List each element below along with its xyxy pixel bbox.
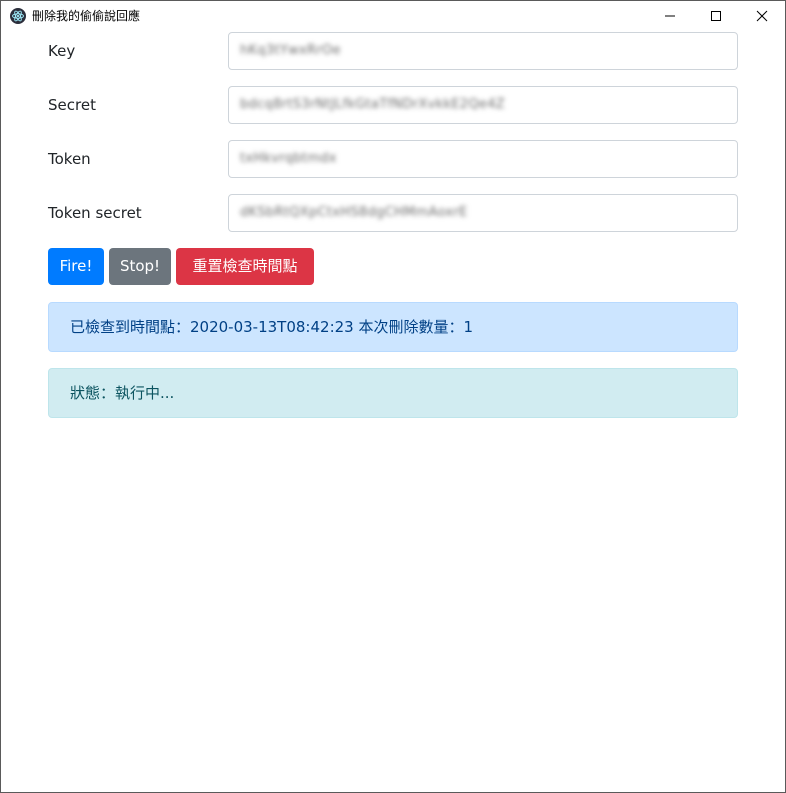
key-value: hKq3tYwxRrOe: [240, 43, 341, 58]
token-secret-value: dKSbRtQXpCtxHS8dgCHMmAoxrE: [240, 205, 468, 220]
token-label: Token: [48, 150, 91, 168]
minimize-button[interactable]: [647, 1, 693, 31]
secret-value: bdcq8rtS3rNtJLfkGtaTfNDrXvkkE2Qe4Z: [240, 97, 505, 112]
fire-button[interactable]: Fire!: [48, 248, 104, 285]
key-input[interactable]: hKq3tYwxRrOe: [228, 32, 738, 70]
token-secret-input[interactable]: dKSbRtQXpCtxHS8dgCHMmAoxrE: [228, 194, 738, 232]
form-row-key: Key hKq3tYwxRrOe: [48, 32, 738, 70]
electron-app-icon: [10, 8, 26, 24]
form-row-token: Token txHkvrqbtmdx: [48, 140, 738, 178]
token-value: txHkvrqbtmdx: [240, 151, 337, 166]
checkpoint-alert-text: 已檢查到時間點：2020-03-13T08:42:23 本次刪除數量：1: [70, 318, 474, 336]
form-row-secret: Secret bdcq8rtS3rNtJLfkGtaTfNDrXvkkE2Qe4…: [48, 86, 738, 124]
window-title: 刪除我的偷偷說回應: [32, 9, 141, 23]
stop-button[interactable]: Stop!: [109, 248, 171, 285]
minimize-icon: [665, 15, 675, 17]
reset-checkpoint-button[interactable]: 重置檢查時間點: [176, 248, 314, 285]
close-icon: [756, 10, 768, 22]
key-label: Key: [48, 42, 76, 60]
secret-label: Secret: [48, 96, 96, 114]
maximize-button[interactable]: [693, 1, 739, 31]
secret-input[interactable]: bdcq8rtS3rNtJLfkGtaTfNDrXvkkE2Qe4Z: [228, 86, 738, 124]
status-alert: 狀態：執行中...: [48, 368, 738, 418]
token-secret-label: Token secret: [48, 204, 142, 222]
maximize-icon: [711, 11, 721, 21]
app-window: 刪除我的偷偷說回應 Key hKq3tYwxRrOe Secret bdcq8r…: [0, 0, 786, 793]
close-button[interactable]: [739, 1, 785, 31]
title-bar[interactable]: 刪除我的偷偷說回應: [1, 1, 785, 31]
checkpoint-alert: 已檢查到時間點：2020-03-13T08:42:23 本次刪除數量：1: [48, 302, 738, 352]
status-alert-text: 狀態：執行中...: [70, 384, 175, 402]
form-row-token-secret: Token secret dKSbRtQXpCtxHS8dgCHMmAoxrE: [48, 194, 738, 232]
token-input[interactable]: txHkvrqbtmdx: [228, 140, 738, 178]
